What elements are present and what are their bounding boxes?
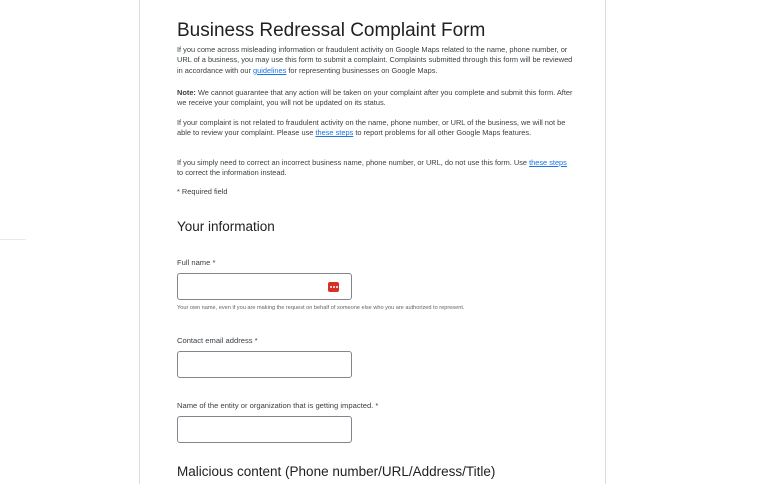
form-title: Business Redressal Complaint Form <box>177 20 486 41</box>
your-information-heading: Your information <box>177 219 275 234</box>
email-input[interactable] <box>177 351 352 378</box>
full-name-helper: Your own name, even if you are making th… <box>177 305 465 311</box>
password-manager-icon[interactable] <box>328 282 339 292</box>
left-divider <box>0 239 26 240</box>
correct-info-paragraph: If you simply need to correct an incorre… <box>177 158 567 178</box>
malicious-content-heading: Malicious content (Phone number/URL/Addr… <box>177 464 496 479</box>
these-steps-link-correct[interactable]: these steps <box>529 158 567 167</box>
full-name-input[interactable] <box>177 273 352 300</box>
email-label: Contact email address * <box>177 336 258 345</box>
not-related-paragraph: If your complaint is not related to frau… <box>177 118 566 138</box>
note-paragraph: Note: We cannot guarantee that any actio… <box>177 88 573 108</box>
required-field-note: * Required field <box>177 187 228 196</box>
entity-name-label: Name of the entity or organization that … <box>177 401 379 410</box>
entity-name-input[interactable] <box>177 416 352 443</box>
intro-paragraph: If you come across misleading informatio… <box>177 45 573 75</box>
these-steps-link-report[interactable]: these steps <box>315 128 353 137</box>
full-name-label: Full name * <box>177 258 216 267</box>
guidelines-link[interactable]: guidelines <box>253 66 286 75</box>
form-card: Business Redressal Complaint Form If you… <box>139 0 606 484</box>
